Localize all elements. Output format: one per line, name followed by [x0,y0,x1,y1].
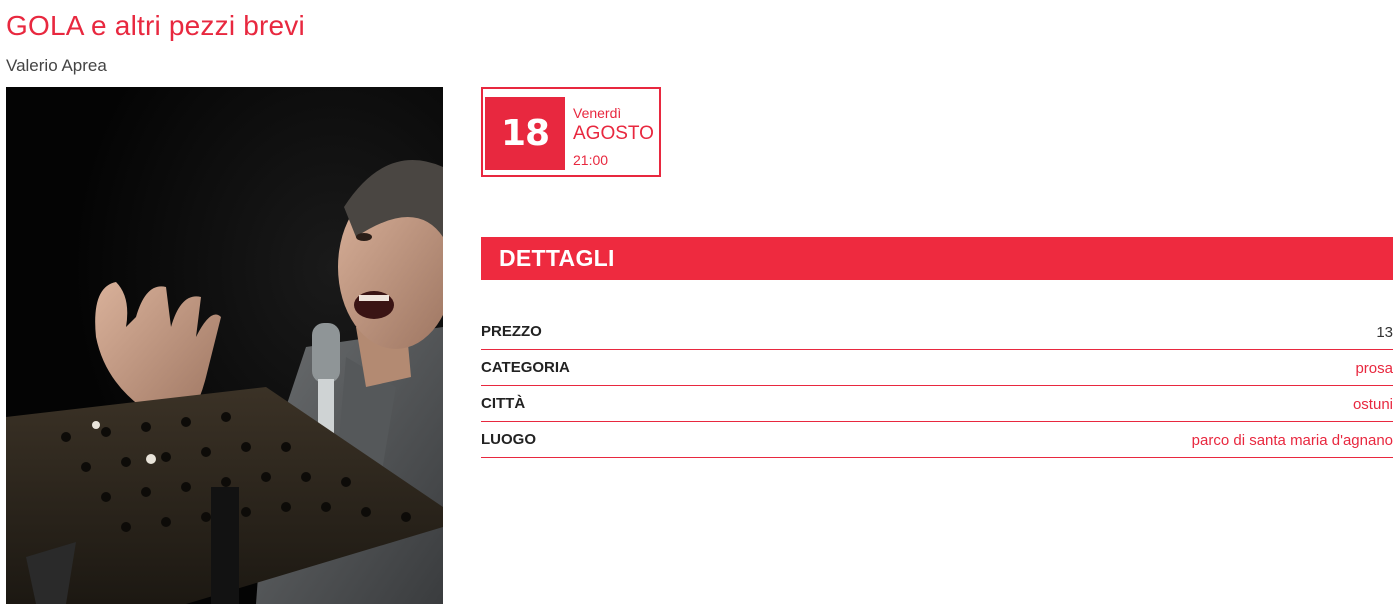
detail-value-link[interactable]: ostuni [1353,396,1393,413]
performer-with-microphone-icon [6,87,443,604]
event-photo [6,87,443,604]
detail-label: CATEGORIA [481,359,570,376]
detail-label: CITTÀ [481,395,526,412]
event-page: GOLA e altri pezzi brevi Valerio Aprea 1… [0,0,1400,604]
detail-label: PREZZO [481,323,542,340]
event-day: 18 [485,97,565,170]
detail-row-city: CITTÀ ostuni [481,386,1393,422]
detail-value-link[interactable]: parco di santa maria d'agnano [1192,432,1393,449]
event-author: Valerio Aprea [6,56,107,75]
details-table: PREZZO 13 CATEGORIA prosa CITTÀ ostuni L… [481,314,1393,458]
detail-value-link[interactable]: prosa [1355,360,1393,377]
detail-label: LUOGO [481,431,536,448]
event-time: 21:00 [573,152,609,168]
event-weekday: Venerdì [573,105,622,121]
detail-row-venue: LUOGO parco di santa maria d'agnano [481,422,1393,458]
detail-row-price: PREZZO 13 [481,314,1393,350]
event-title: GOLA e altri pezzi brevi [6,10,305,41]
event-date-card: 18 Venerdì AGOSTO 21:00 [481,87,661,177]
details-heading: DETTAGLI [481,237,1393,280]
detail-row-category: CATEGORIA prosa [481,350,1393,386]
detail-value: 13 [1376,324,1393,341]
event-month: AGOSTO [573,123,654,144]
